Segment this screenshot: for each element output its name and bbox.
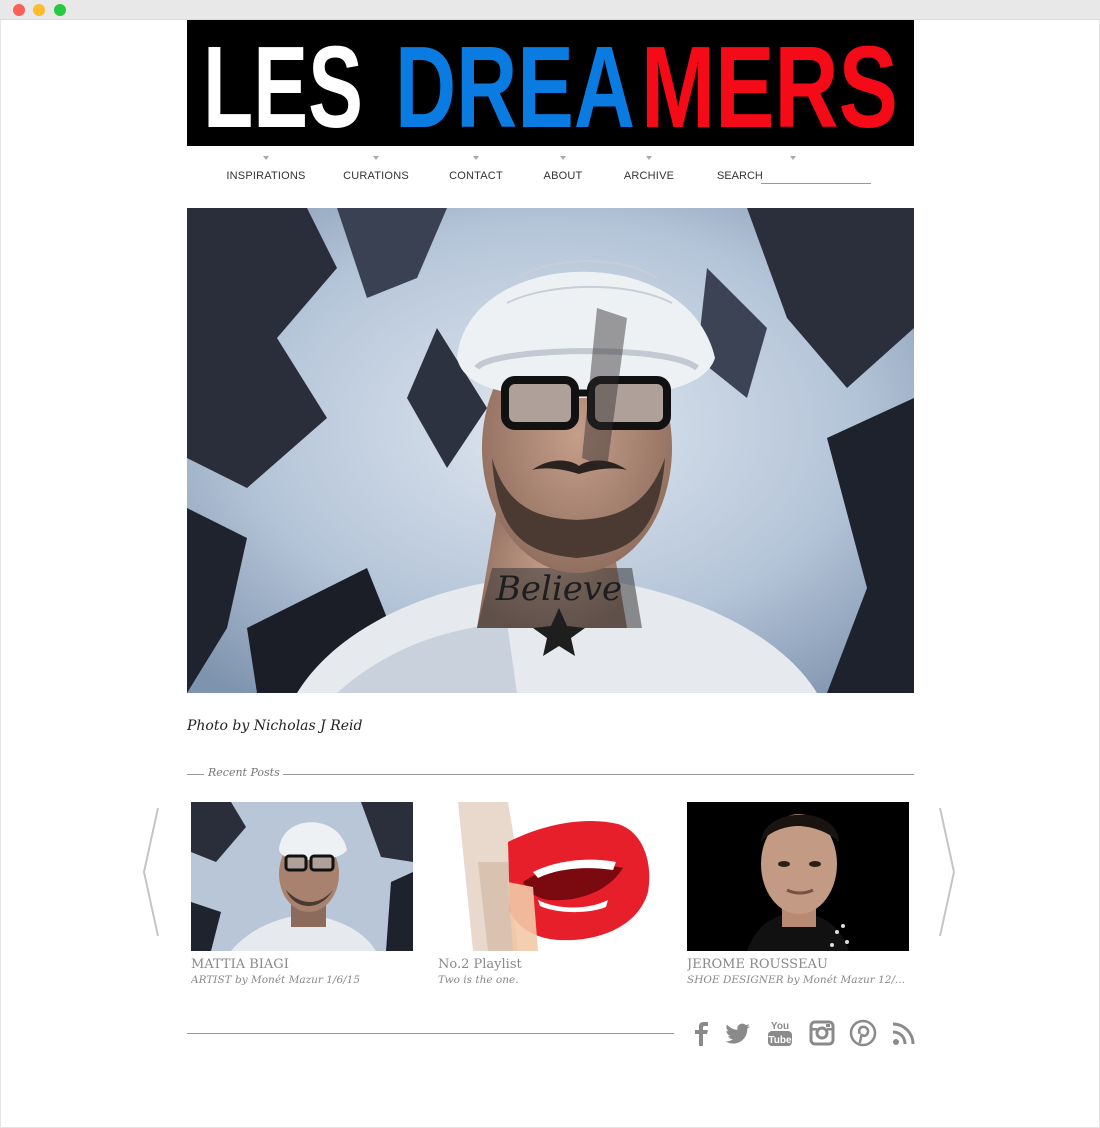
close-window-button[interactable]: [13, 4, 25, 16]
carousel-prev-button[interactable]: [140, 806, 162, 938]
post-meta: ARTIST by Monét Mazur 1/6/15: [191, 974, 361, 986]
logo-word-drea: DREA: [395, 22, 635, 146]
chevron-down-icon: [790, 156, 796, 160]
search-box: SEARCH: [717, 155, 877, 189]
pinterest-link[interactable]: [849, 1018, 877, 1048]
post-thumbnail[interactable]: [438, 802, 660, 951]
divider: [187, 774, 204, 775]
post-thumbnail[interactable]: [191, 802, 413, 951]
carousel-next-button[interactable]: [936, 806, 958, 938]
divider: [283, 774, 914, 775]
instagram-icon: [809, 1020, 835, 1046]
logo-word-les: LES: [203, 22, 363, 146]
recent-post-card[interactable]: JEROME ROUSSEAU SHOE DESIGNER by Monét M…: [687, 802, 909, 986]
chevron-down-icon: [646, 156, 652, 160]
youtube-icon-you: You: [771, 1021, 789, 1032]
post-title[interactable]: JEROME ROUSSEAU: [687, 957, 909, 972]
pinterest-icon: [849, 1019, 877, 1047]
chevron-down-icon: [473, 156, 479, 160]
nav-item-inspirations[interactable]: INSPIRATIONS: [225, 155, 307, 189]
recent-posts-label: Recent Posts: [208, 766, 280, 779]
facebook-link[interactable]: [688, 1018, 716, 1048]
recent-posts-heading: Recent Posts: [187, 766, 914, 782]
photo-credit: Photo by Nicholas J Reid: [187, 718, 363, 734]
post-meta: SHOE DESIGNER by Monét Mazur 12/...: [687, 974, 906, 986]
youtube-icon: You Tube: [768, 1021, 792, 1046]
twitter-link[interactable]: [724, 1018, 752, 1048]
youtube-link[interactable]: You Tube: [766, 1018, 794, 1048]
nav-item-archive[interactable]: ARCHIVE: [622, 155, 676, 189]
nav-item-curations[interactable]: CURATIONS: [342, 155, 410, 189]
facebook-icon: [695, 1022, 708, 1046]
chevron-right-icon: [939, 807, 956, 937]
hero-photo: Believe: [187, 208, 914, 693]
chevron-left-icon: [142, 807, 159, 937]
post-title[interactable]: MATTIA BIAGI: [191, 957, 413, 972]
site-logo-banner[interactable]: LES DREA MERS: [187, 20, 914, 146]
zoom-window-button[interactable]: [54, 4, 66, 16]
neck-tattoo-text: Believe: [495, 569, 622, 609]
browser-titlebar: [0, 0, 1100, 20]
search-input[interactable]: [761, 166, 871, 184]
youtube-icon-tube: Tube: [768, 1035, 792, 1046]
post-title[interactable]: No.2 Playlist: [438, 957, 660, 972]
nav-item-about[interactable]: ABOUT: [540, 155, 586, 189]
chevron-down-icon: [373, 156, 379, 160]
main-nav: INSPIRATIONS CURATIONS CONTACT ABOUT ARC…: [187, 155, 914, 195]
chevron-down-icon: [560, 156, 566, 160]
recent-post-card[interactable]: No.2 Playlist Two is the one.: [438, 802, 660, 986]
minimize-window-button[interactable]: [33, 4, 45, 16]
chevron-down-icon: [263, 156, 269, 160]
post-thumbnail[interactable]: [687, 802, 909, 951]
post-meta: Two is the one.: [438, 974, 519, 986]
search-label: SEARCH: [717, 170, 763, 182]
footer-divider: [187, 1033, 674, 1034]
instagram-link[interactable]: [808, 1018, 836, 1048]
recent-post-card[interactable]: MATTIA BIAGI ARTIST by Monét Mazur 1/6/1…: [191, 802, 413, 986]
twitter-icon: [725, 1023, 750, 1044]
rss-link[interactable]: [890, 1018, 918, 1048]
logo-word-mers: MERS: [641, 22, 898, 146]
rss-icon: [892, 1022, 915, 1045]
nav-item-contact[interactable]: CONTACT: [447, 155, 505, 189]
